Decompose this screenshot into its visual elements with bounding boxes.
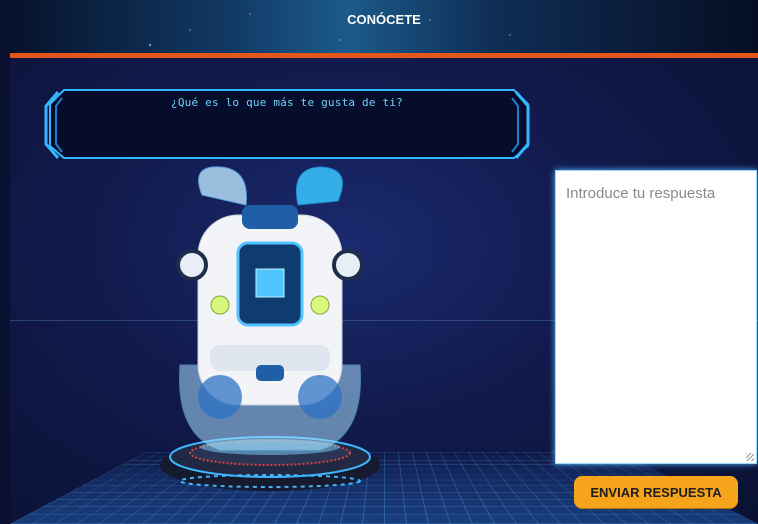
page-title: CONÓCETE (347, 12, 421, 27)
resize-grip-icon[interactable] (746, 453, 754, 461)
answer-textarea[interactable] (556, 171, 756, 463)
question-panel: ¿Qué es lo que más te gusta de ti? (44, 88, 530, 160)
question-text: ¿Qué es lo que más te gusta de ti? (171, 96, 403, 109)
robot-illustration (150, 165, 390, 509)
top-banner: CONÓCETE (10, 0, 758, 53)
answer-textarea-frame (555, 170, 757, 464)
send-answer-button[interactable]: ENVIAR RESPUESTA (574, 476, 738, 508)
